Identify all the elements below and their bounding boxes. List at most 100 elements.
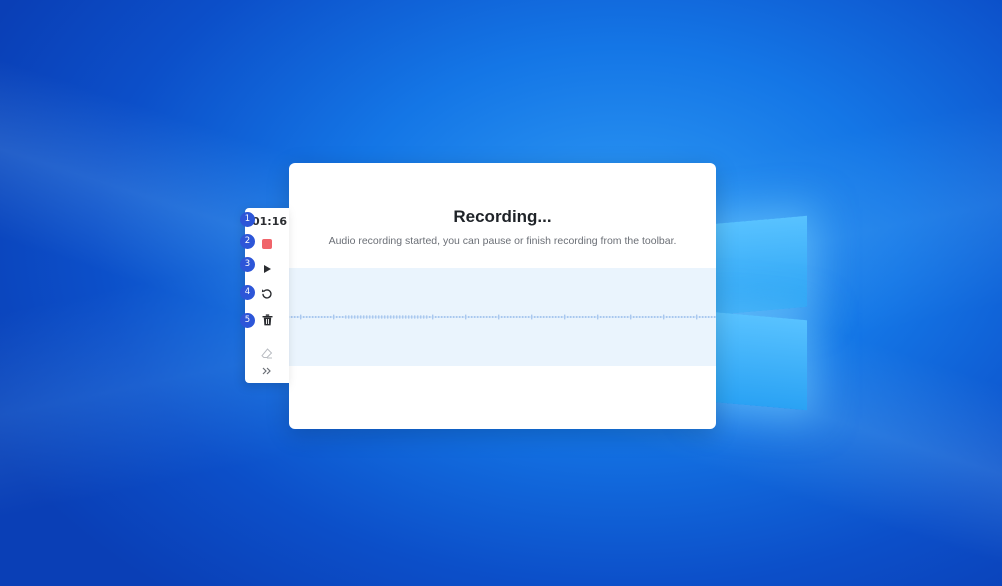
waveform-tick: [705, 316, 707, 318]
play-button[interactable]: [255, 258, 279, 280]
waveform-tick: [354, 315, 356, 319]
waveform-tick: [633, 316, 635, 318]
waveform-tick: [483, 316, 485, 318]
restart-button[interactable]: [255, 283, 279, 305]
waveform-tick: [597, 314, 599, 320]
waveform-tick: [426, 315, 428, 319]
waveform-tick: [312, 316, 314, 318]
waveform-tick: [654, 316, 656, 318]
waveform-tick: [567, 316, 569, 318]
waveform-tick: [537, 316, 539, 318]
waveform-tick: [402, 315, 404, 319]
waveform-tick: [432, 314, 434, 320]
annotation-badge: 3: [240, 257, 255, 272]
waveform-tick: [576, 316, 578, 318]
waveform-tick: [618, 316, 620, 318]
waveform-tick: [453, 316, 455, 318]
waveform-tick: [657, 316, 659, 318]
waveform-tick: [531, 314, 533, 320]
waveform-tick: [297, 316, 299, 318]
windows-logo-pane: [710, 215, 807, 316]
waveform-tick: [639, 316, 641, 318]
waveform-tick: [306, 316, 308, 318]
waveform-tick: [330, 316, 332, 318]
delete-button[interactable]: [255, 309, 279, 331]
waveform-tick: [663, 314, 665, 320]
waveform-tick: [447, 316, 449, 318]
waveform-tick: [507, 316, 509, 318]
waveform-tick: [381, 315, 383, 319]
dialog-title: Recording...: [453, 207, 552, 226]
stop-icon: [262, 239, 272, 249]
waveform-tick: [339, 316, 341, 318]
waveform-tick: [582, 316, 584, 318]
recording-dialog: Recording... Audio recording started, yo…: [289, 163, 716, 429]
waveform-tick: [291, 316, 293, 318]
waveform-tick: [642, 316, 644, 318]
waveform-tick: [498, 314, 500, 320]
waveform-tick: [558, 316, 560, 318]
waveform-tick: [414, 315, 416, 319]
waveform-tick: [528, 316, 530, 318]
waveform-tick: [294, 316, 296, 318]
waveform-tick: [627, 316, 629, 318]
waveform-tick: [645, 316, 647, 318]
waveform-tick: [369, 315, 371, 319]
stop-button[interactable]: [255, 233, 279, 255]
waveform-tick: [513, 316, 515, 318]
waveform-tick: [459, 316, 461, 318]
waveform-tick: [675, 316, 677, 318]
waveform-tick: [615, 316, 617, 318]
waveform-tick: [423, 315, 425, 319]
waveform-tick: [309, 316, 311, 318]
waveform-tick: [495, 316, 497, 318]
waveform-tick: [570, 316, 572, 318]
waveform-tick: [348, 315, 350, 319]
waveform-tick: [465, 314, 467, 320]
waveform-tick: [552, 316, 554, 318]
waveform-tick: [420, 315, 422, 319]
waveform-tick: [366, 315, 368, 319]
double-chevron-right-icon: [262, 367, 271, 375]
waveform-tick: [345, 315, 347, 319]
waveform-tick: [609, 316, 611, 318]
waveform-tick: [471, 316, 473, 318]
waveform-tick: [573, 316, 575, 318]
restart-icon: [261, 289, 272, 299]
waveform-tick: [360, 315, 362, 319]
waveform-tick: [606, 316, 608, 318]
waveform-tick: [516, 316, 518, 318]
waveform-tick: [699, 316, 701, 318]
waveform-tick: [546, 316, 548, 318]
waveform-tick: [588, 316, 590, 318]
waveform-tick: [510, 316, 512, 318]
annotation-badge: 4: [240, 285, 255, 300]
waveform-tick: [324, 316, 326, 318]
trash-icon: [262, 314, 272, 326]
waveform-tick: [693, 316, 695, 318]
waveform-tick: [594, 316, 596, 318]
windows-logo-pane: [710, 311, 807, 411]
waveform-tick: [387, 315, 389, 319]
waveform-tick: [441, 316, 443, 318]
waveform-tick: [681, 316, 683, 318]
waveform-tick: [405, 315, 407, 319]
waveform-tick: [462, 316, 464, 318]
expand-button[interactable]: [255, 360, 279, 382]
waveform-tick: [315, 316, 317, 318]
waveform-tick: [624, 316, 626, 318]
waveform-tick: [303, 316, 305, 318]
waveform-tick: [525, 316, 527, 318]
waveform-tick: [474, 316, 476, 318]
waveform-tick: [357, 315, 359, 319]
waveform-tick: [399, 315, 401, 319]
waveform-tick: [684, 316, 686, 318]
waveform-tick: [384, 315, 386, 319]
annotation-badge: 1: [240, 212, 255, 227]
waveform-tick: [543, 316, 545, 318]
waveform-tick: [429, 316, 431, 318]
waveform-tick: [585, 316, 587, 318]
waveform-tick: [687, 316, 689, 318]
waveform-tick: [711, 316, 713, 318]
waveform-tick: [372, 315, 374, 319]
